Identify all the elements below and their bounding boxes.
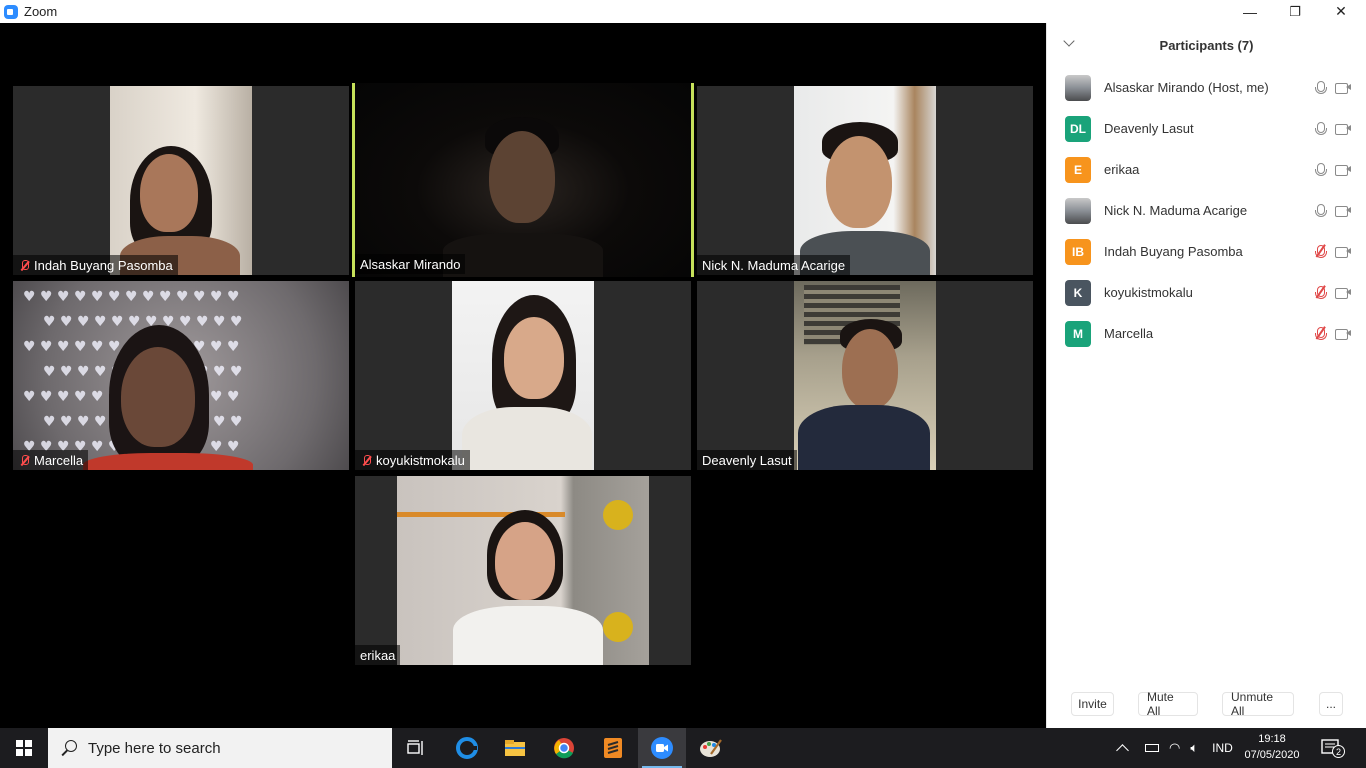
participant-row[interactable]: Nick N. Maduma Acarige: [1047, 190, 1366, 231]
video-feed: [794, 281, 936, 470]
collapse-chevron-icon[interactable]: [1063, 35, 1075, 47]
windows-logo-icon: [16, 740, 32, 756]
close-button[interactable]: ✕: [1318, 0, 1364, 23]
input-language-indicator[interactable]: IND: [1212, 741, 1233, 755]
video-feed: [355, 83, 691, 277]
video-tile[interactable]: Nick N. Maduma Acarige: [697, 86, 1033, 275]
sublime-text-icon[interactable]: [589, 728, 637, 768]
gallery-view: Indah Buyang Pasomba Alsaskar Mirando Ni…: [0, 23, 1046, 728]
participant-row[interactable]: DL Deavenly Lasut: [1047, 108, 1366, 149]
video-camera-icon[interactable]: [1335, 246, 1351, 258]
volume-icon[interactable]: 🔈︎: [1190, 740, 1198, 756]
participants-title: Participants (7): [1159, 37, 1254, 53]
video-feed: [397, 476, 649, 665]
chrome-browser-icon[interactable]: [540, 728, 588, 768]
muted-mic-icon: [360, 454, 373, 467]
clock-date: 07/05/2020: [1244, 749, 1300, 761]
video-camera-icon[interactable]: [1335, 205, 1351, 217]
restore-button[interactable]: ❐: [1272, 0, 1318, 23]
microphone-icon[interactable]: [1314, 80, 1327, 96]
participant-row[interactable]: M Marcella: [1047, 313, 1366, 354]
clock-time: 19:18: [1258, 733, 1286, 745]
participant-name-label: Deavenly Lasut: [697, 450, 797, 470]
participants-list: Alsaskar Mirando (Host, me) DL Deavenly La…: [1047, 67, 1366, 354]
participant-row[interactable]: Alsaskar Mirando (Host, me): [1047, 67, 1366, 108]
video-feed: [110, 86, 252, 275]
video-feed: [794, 86, 936, 275]
zoom-window: Zoom — ❐ ✕ Indah Buyang Pasomba Alsaskar…: [0, 0, 1366, 768]
taskbar-clock[interactable]: 19:18 07/05/2020: [1240, 731, 1304, 763]
search-icon: [60, 739, 78, 757]
microphone-icon[interactable]: [1314, 203, 1327, 219]
task-view-icon[interactable]: [392, 728, 440, 768]
minimize-button[interactable]: —: [1227, 0, 1273, 23]
muted-mic-icon: [18, 259, 31, 272]
participant-row[interactable]: Kkoyukistmokalu: [1047, 272, 1366, 313]
participant-avatar: M: [1065, 320, 1091, 347]
participant-avatar: DL: [1065, 115, 1091, 142]
microphone-icon[interactable]: [1314, 162, 1327, 178]
edge-browser-icon[interactable]: [443, 728, 491, 768]
participant-name: koyukistmokalu: [1104, 285, 1193, 300]
participants-header: Participants (7): [1047, 23, 1366, 67]
participant-name-label: Nick N. Maduma Acarige: [697, 255, 851, 275]
muted-mic-icon: [18, 454, 31, 467]
participant-row[interactable]: IB Indah Buyang Pasomba: [1047, 231, 1366, 272]
start-button[interactable]: [0, 728, 48, 768]
title-bar: Zoom — ❐ ✕: [0, 0, 1366, 23]
participant-name-label: Alsaskar Mirando: [355, 254, 466, 274]
video-tile[interactable]: erikaa: [355, 476, 691, 665]
paint-app-icon[interactable]: [687, 728, 735, 768]
more-options-button[interactable]: ...: [1319, 692, 1343, 716]
participants-panel: Participants (7) Alsaskar Mirando (Host,…: [1046, 23, 1366, 728]
participant-name: Marcella: [1104, 326, 1154, 341]
video-feed: [452, 281, 594, 470]
video-camera-icon[interactable]: [1335, 328, 1351, 340]
show-hidden-icons-chevron-icon[interactable]: [1116, 744, 1129, 757]
action-center-button[interactable]: 2: [1320, 738, 1348, 760]
notification-count-badge: 2: [1332, 745, 1345, 758]
video-tile[interactable]: ♥ ♥ ♥ ♥ ♥ ♥ ♥ ♥ ♥ ♥ ♥ ♥ ♥ ♥ ♥ ♥ ♥ ♥ ♥ ♥ …: [13, 281, 349, 470]
participant-avatar: K: [1065, 279, 1091, 306]
window-title: Zoom: [24, 4, 58, 19]
video-camera-icon[interactable]: [1335, 287, 1351, 299]
wifi-icon[interactable]: ◠: [1169, 740, 1180, 756]
participant-name: Indah Buyang Pasomba: [1104, 244, 1243, 259]
participant-name-label: Indah Buyang Pasomba: [13, 255, 178, 275]
participant-name-label: Marcella: [13, 450, 89, 470]
video-tile-active-speaker[interactable]: Alsaskar Mirando: [352, 83, 694, 277]
participant-avatar: IB: [1065, 238, 1091, 265]
video-feed: ♥ ♥ ♥ ♥ ♥ ♥ ♥ ♥ ♥ ♥ ♥ ♥ ♥ ♥ ♥ ♥ ♥ ♥ ♥ ♥ …: [13, 281, 349, 470]
participant-avatar: [1065, 197, 1091, 224]
video-tile[interactable]: Deavenly Lasut: [697, 281, 1033, 470]
unmute-all-button[interactable]: Unmute All: [1222, 690, 1294, 718]
microphone-icon[interactable]: [1314, 121, 1327, 137]
video-tile[interactable]: Indah Buyang Pasomba: [13, 86, 349, 275]
video-camera-icon[interactable]: [1335, 123, 1351, 135]
video-camera-icon[interactable]: [1335, 164, 1351, 176]
participant-name-label: koyukistmokalu: [355, 450, 470, 470]
participant-name: Deavenly Lasut: [1104, 121, 1194, 136]
taskbar-search-box[interactable]: Type here to search: [48, 728, 392, 768]
invite-button[interactable]: Invite: [1071, 692, 1114, 716]
zoom-app-icon: [4, 4, 18, 19]
participant-name: Alsaskar Mirando (Host, me): [1104, 80, 1269, 95]
zoom-taskbar-icon[interactable]: [638, 728, 686, 768]
windows-taskbar: Type here to search ◠ 🔈︎ IND 19:18 07/05…: [0, 728, 1366, 768]
participant-name-label: erikaa: [355, 645, 401, 665]
file-explorer-icon[interactable]: [491, 728, 539, 768]
video-tile[interactable]: koyukistmokalu: [355, 281, 691, 470]
participant-row[interactable]: Eerikaa: [1047, 149, 1366, 190]
participant-avatar: [1065, 74, 1091, 101]
mute-all-button[interactable]: Mute All: [1138, 690, 1198, 718]
participant-avatar: E: [1065, 156, 1091, 183]
participants-footer: Invite Mute All Unmute All ...: [1047, 690, 1366, 718]
video-camera-icon[interactable]: [1335, 82, 1351, 94]
battery-icon[interactable]: [1145, 744, 1159, 752]
search-placeholder: Type here to search: [88, 739, 221, 757]
system-tray: ◠ 🔈︎ IND: [1114, 728, 1233, 768]
participant-name: Nick N. Maduma Acarige: [1104, 203, 1248, 218]
svg-text:♥ ♥ ♥ ♥ ♥ ♥ ♥ ♥ ♥ ♥ ♥ ♥ ♥: ♥ ♥ ♥ ♥ ♥ ♥ ♥ ♥ ♥ ♥ ♥ ♥ ♥: [23, 289, 240, 305]
participant-name: erikaa: [1104, 162, 1140, 177]
